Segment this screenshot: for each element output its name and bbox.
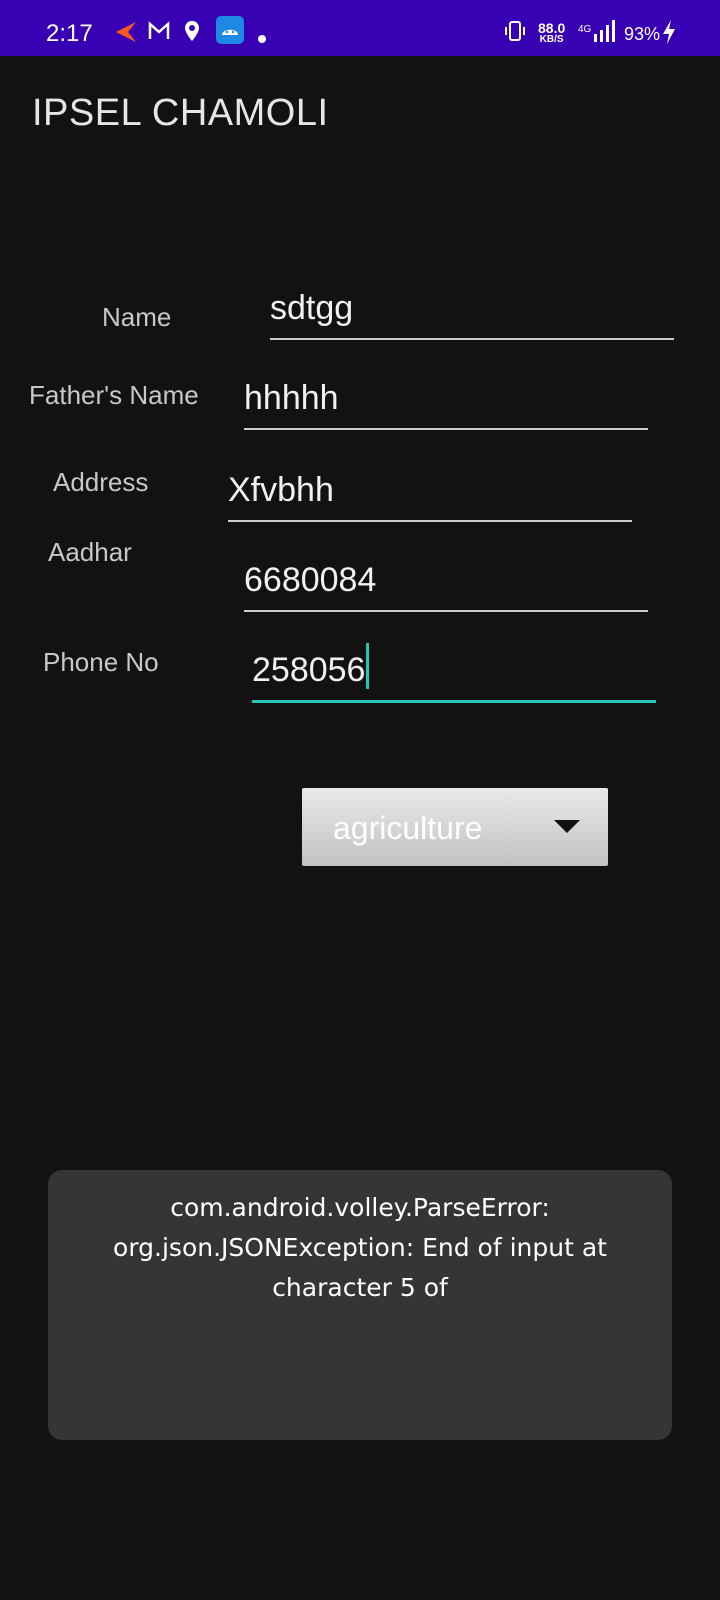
- app-title: IPSEL CHAMOLI: [32, 92, 329, 134]
- location-icon: [184, 20, 200, 47]
- aadhar-value: 6680084: [244, 561, 377, 599]
- name-label: Name: [102, 302, 172, 332]
- gmail-icon: [148, 20, 170, 47]
- father-name-label: Father's Name: [29, 380, 199, 410]
- battery-level: 93%: [624, 24, 661, 44]
- phone-value: 258056: [252, 651, 366, 689]
- category-selected: agriculture: [333, 810, 483, 846]
- address-field[interactable]: Xfvbhh: [228, 470, 632, 522]
- toast-line-2: org.json.JSONException: End of input at: [113, 1233, 607, 1262]
- father-name-field[interactable]: hhhhh: [244, 378, 648, 430]
- address-label: Address: [53, 467, 149, 497]
- text-cursor: [366, 643, 370, 689]
- toast-line-3: character 5 of: [272, 1273, 448, 1302]
- net-speed: 88.0 KB/S: [538, 20, 566, 45]
- category-dropdown[interactable]: agriculture: [302, 788, 608, 866]
- kite-icon: [112, 20, 138, 49]
- vibrate-icon: [504, 20, 526, 47]
- status-time: 2:17: [46, 20, 93, 47]
- phone-label: Phone No: [43, 647, 159, 677]
- error-toast: com.android.volley.ParseError: org.json.…: [48, 1170, 672, 1440]
- father-name-value: hhhhh: [244, 379, 339, 417]
- name-field[interactable]: sdtgg: [270, 288, 674, 340]
- charging-icon: [662, 20, 676, 49]
- aadhar-label: Aadhar: [48, 537, 132, 567]
- dot-icon: [258, 30, 266, 48]
- address-value: Xfvbhh: [228, 471, 334, 509]
- signal-icon: [594, 20, 616, 47]
- android-icon: [216, 16, 244, 49]
- toast-line-1: com.android.volley.ParseError:: [170, 1193, 550, 1222]
- network-type: 4G: [578, 24, 592, 35]
- status-bar: 2:17 88.0 KB/S 4G 93%: [0, 0, 720, 56]
- aadhar-field[interactable]: 6680084: [244, 560, 648, 612]
- name-value: sdtgg: [270, 289, 354, 327]
- phone-field[interactable]: 258056: [252, 643, 656, 703]
- dropdown-arrow-icon: [554, 820, 580, 833]
